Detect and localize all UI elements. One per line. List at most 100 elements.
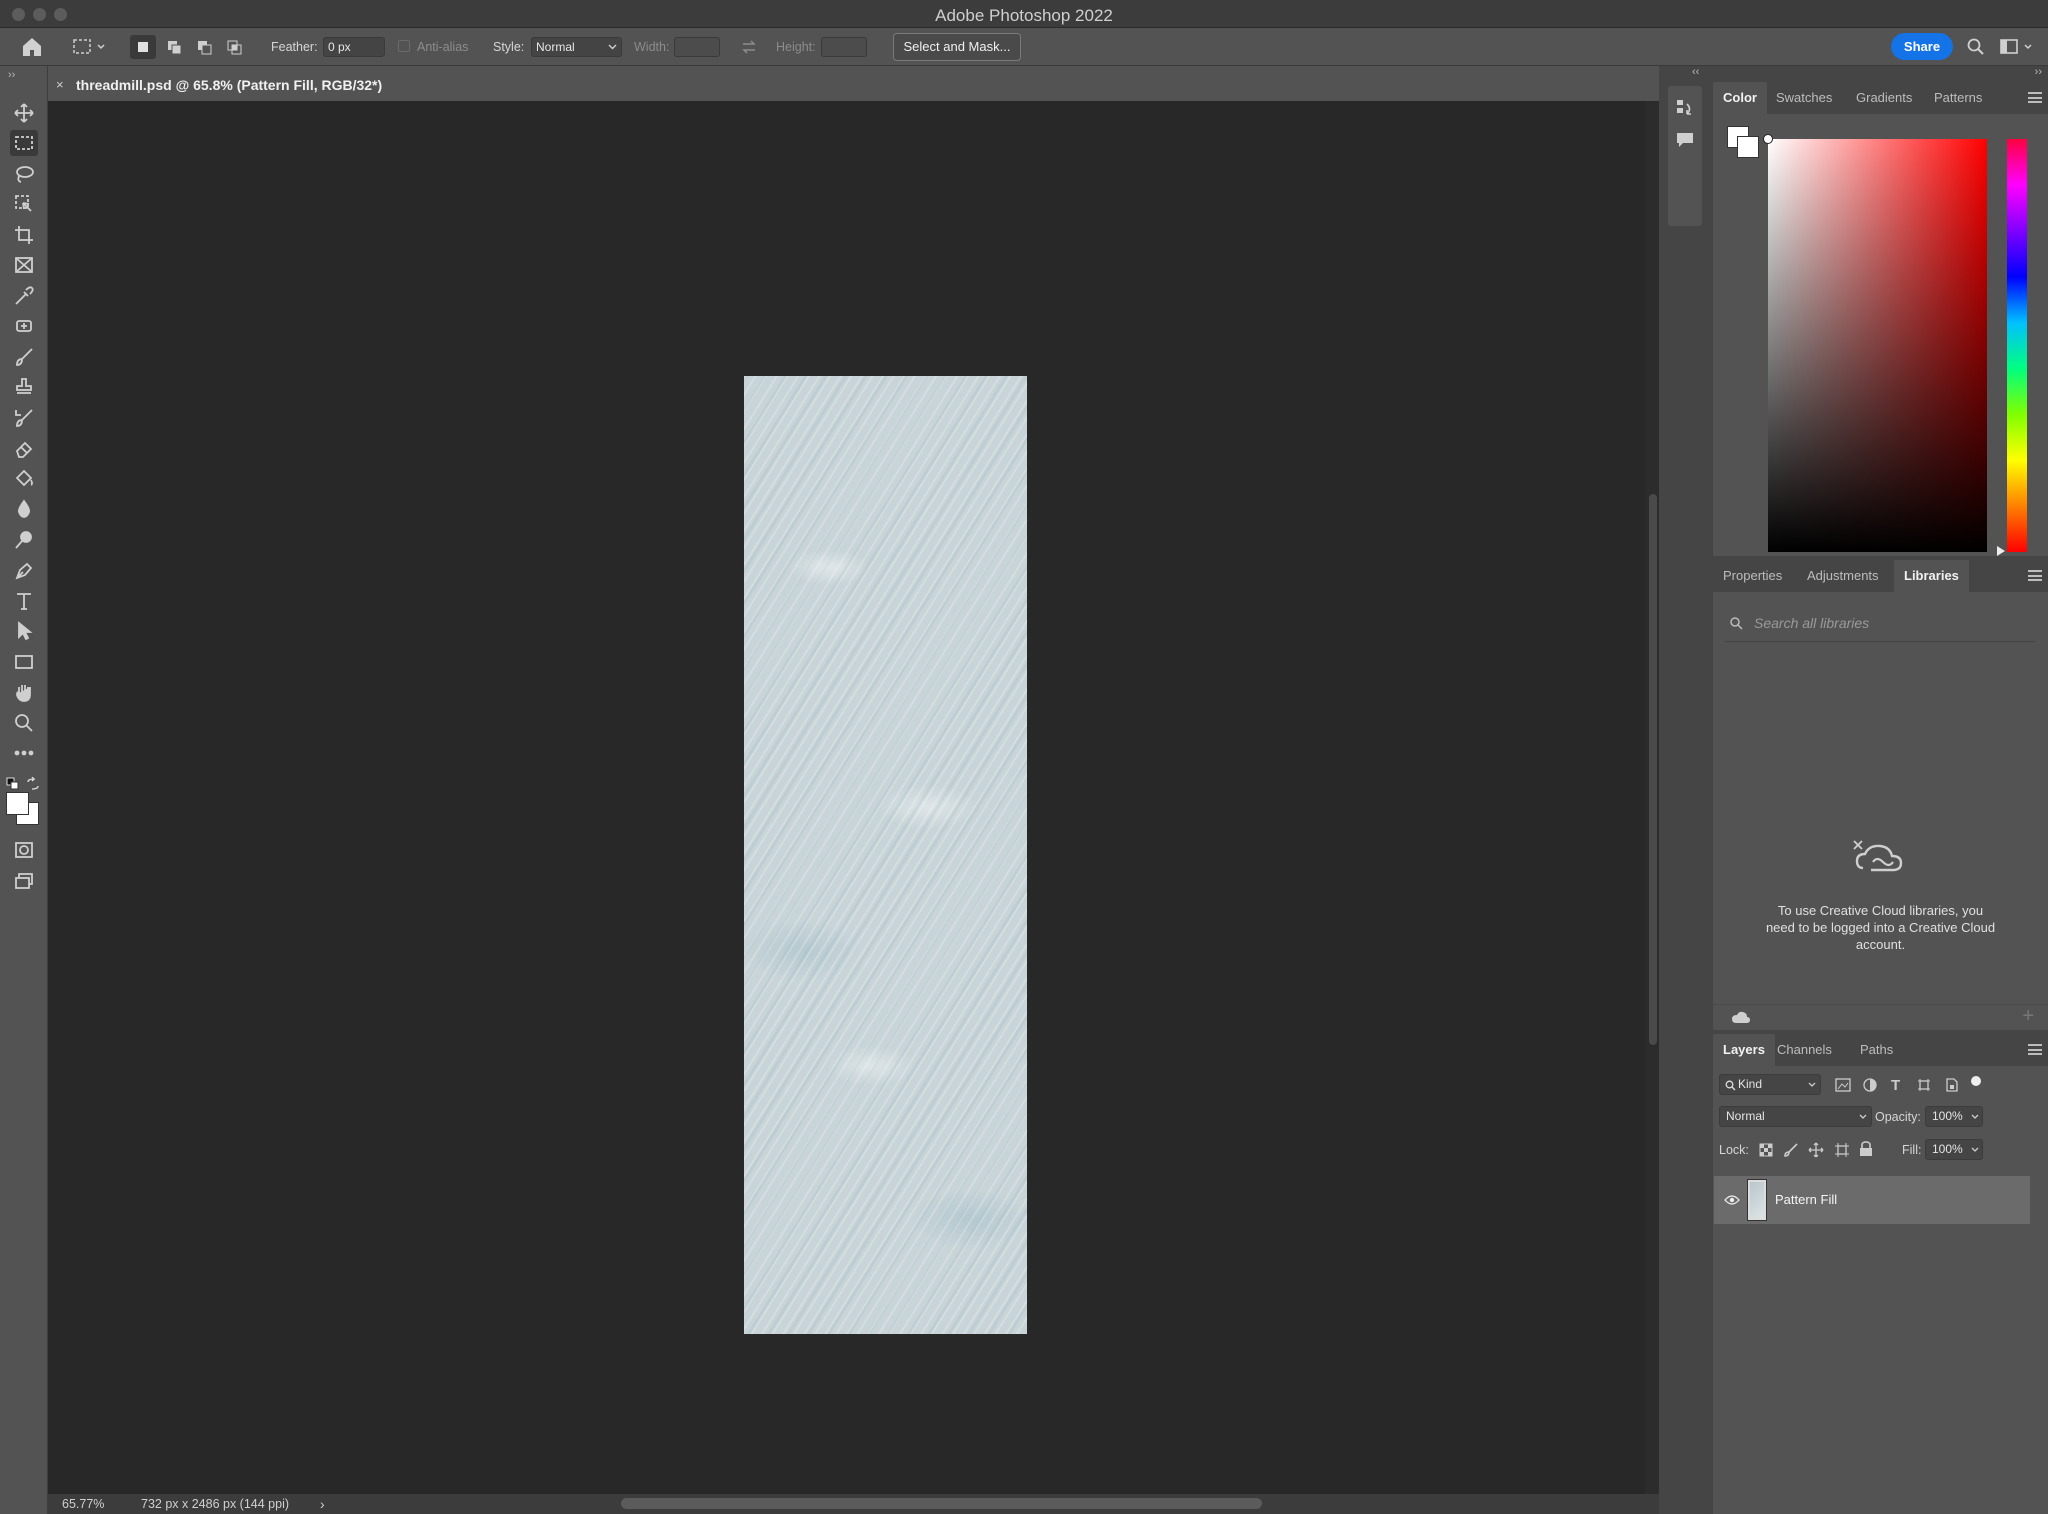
hand-tool-icon[interactable] xyxy=(10,679,38,705)
comments-panel-icon[interactable] xyxy=(1675,130,1695,150)
history-panel-icon[interactable] xyxy=(1675,98,1695,120)
lasso-tool-icon[interactable] xyxy=(10,161,38,187)
color-panel-menu-icon[interactable] xyxy=(2028,92,2042,103)
add-selection-button[interactable] xyxy=(162,35,188,59)
lock-transparent-icon[interactable] xyxy=(1759,1143,1773,1157)
horizontal-scroll-thumb[interactable] xyxy=(621,1498,1262,1509)
swap-colors-icon[interactable] xyxy=(26,777,40,791)
cloud-icon xyxy=(1732,1011,1750,1023)
add-library-icon[interactable]: + xyxy=(2022,1005,2034,1028)
collapse-panels-icon[interactable]: ‹‹ xyxy=(1692,66,1699,78)
opacity-input[interactable]: 100% xyxy=(1925,1106,1983,1127)
subtract-selection-button[interactable] xyxy=(192,35,218,59)
lock-pixels-icon[interactable] xyxy=(1783,1142,1799,1158)
new-selection-button[interactable] xyxy=(130,35,156,59)
marquee-preset-icon[interactable] xyxy=(72,38,106,56)
style-select[interactable]: Normal xyxy=(531,37,622,57)
home-icon[interactable] xyxy=(20,35,44,59)
hue-slider[interactable] xyxy=(2007,139,2027,552)
bucket-tool-icon[interactable] xyxy=(10,466,38,492)
quick-mask-icon[interactable] xyxy=(10,837,38,863)
filter-adjustment-icon[interactable] xyxy=(1863,1078,1877,1092)
search-icon[interactable] xyxy=(1966,37,1986,57)
lock-artboard-icon[interactable] xyxy=(1834,1142,1850,1158)
lock-position-icon[interactable] xyxy=(1808,1142,1824,1158)
libraries-panel-menu-icon[interactable] xyxy=(2028,570,2042,581)
swap-dimensions-icon[interactable] xyxy=(740,38,758,56)
fill-label: Fill: xyxy=(1902,1143,1922,1157)
eyedropper-tool-icon[interactable] xyxy=(10,283,38,309)
antialias-checkbox[interactable] xyxy=(398,40,410,52)
eye-icon[interactable] xyxy=(1724,1194,1740,1206)
eraser-tool-icon[interactable] xyxy=(10,435,38,461)
default-colors-icon[interactable] xyxy=(6,777,20,791)
document-info: 732 px x 2486 px (144 ppi) xyxy=(141,1497,290,1511)
layer-filter-select[interactable]: Kind xyxy=(1719,1074,1821,1095)
fill-input[interactable]: 100% xyxy=(1925,1139,1983,1160)
layer-name[interactable]: Pattern Fill xyxy=(1775,1192,1837,1207)
screen-mode-icon[interactable] xyxy=(10,868,38,894)
filter-type-icon[interactable]: T xyxy=(1891,1077,1900,1094)
filter-smart-object-icon[interactable] xyxy=(1945,1078,1959,1092)
move-tool-icon[interactable] xyxy=(10,100,38,126)
share-button[interactable]: Share xyxy=(1891,33,1953,60)
tab-adjustments[interactable]: Adjustments xyxy=(1797,560,1889,592)
filter-pixel-icon[interactable] xyxy=(1835,1078,1851,1092)
vertical-scroll-thumb[interactable] xyxy=(1649,494,1657,1045)
pen-tool-icon[interactable] xyxy=(10,557,38,583)
layer-filter-value: Kind xyxy=(1738,1077,1763,1091)
filter-shape-icon[interactable] xyxy=(1917,1078,1931,1092)
feather-input[interactable]: 0 px xyxy=(323,37,385,57)
history-brush-tool-icon[interactable] xyxy=(10,405,38,431)
panel-icon-column xyxy=(1668,86,1702,226)
type-tool-icon[interactable] xyxy=(10,588,38,614)
document-tab[interactable]: × threadmill.psd @ 65.8% (Pattern Fill, … xyxy=(50,69,394,101)
object-select-tool-icon[interactable] xyxy=(10,191,38,217)
document-canvas[interactable] xyxy=(744,376,1027,1334)
tab-properties[interactable]: Properties xyxy=(1713,560,1792,592)
lock-icon[interactable] xyxy=(1859,1141,1873,1157)
select-and-mask-button[interactable]: Select and Mask... xyxy=(893,33,1021,61)
intersect-selection-button[interactable] xyxy=(222,35,248,59)
blend-mode-value: Normal xyxy=(1726,1109,1765,1123)
blend-mode-select[interactable]: Normal xyxy=(1719,1106,1872,1127)
blur-tool-icon[interactable] xyxy=(10,496,38,522)
tab-gradients[interactable]: Gradients xyxy=(1846,82,1922,114)
path-select-tool-icon[interactable] xyxy=(10,618,38,644)
layer-row[interactable]: Pattern Fill xyxy=(1714,1176,2030,1224)
library-search-field[interactable]: Search all libraries xyxy=(1725,606,2035,642)
tab-paths[interactable]: Paths xyxy=(1850,1034,1903,1066)
rectangle-tool-icon[interactable] xyxy=(10,649,38,675)
layers-panel-menu-icon[interactable] xyxy=(2028,1044,2042,1055)
stamp-tool-icon[interactable] xyxy=(10,374,38,400)
color-picker-field[interactable] xyxy=(1768,139,1987,552)
more-tools-icon[interactable] xyxy=(10,740,38,766)
frame-tool-icon[interactable] xyxy=(10,252,38,278)
brush-tool-icon[interactable] xyxy=(10,344,38,370)
crop-tool-icon[interactable] xyxy=(10,222,38,248)
tab-libraries[interactable]: Libraries xyxy=(1894,560,1969,592)
collapse-toolbar-icon[interactable]: ›› xyxy=(8,69,15,81)
workspace-icon[interactable] xyxy=(1999,37,2035,57)
expand-panels-icon[interactable]: ›› xyxy=(2035,66,2042,78)
color-picker-handle[interactable] xyxy=(1763,134,1773,144)
tab-layers[interactable]: Layers xyxy=(1713,1034,1775,1066)
status-menu-arrow[interactable]: › xyxy=(320,1496,325,1512)
tab-channels[interactable]: Channels xyxy=(1767,1034,1842,1066)
marquee-tool-icon[interactable] xyxy=(10,130,38,156)
dodge-tool-icon[interactable] xyxy=(10,527,38,553)
width-label: Width: xyxy=(634,40,670,54)
hue-slider-handle[interactable] xyxy=(1997,546,2005,556)
foreground-color-swatch[interactable] xyxy=(6,792,29,815)
zoom-level[interactable]: 65.77% xyxy=(62,1497,104,1511)
tab-patterns[interactable]: Patterns xyxy=(1924,82,1992,114)
filter-toggle-icon[interactable] xyxy=(1971,1076,1981,1086)
tab-swatches[interactable]: Swatches xyxy=(1766,82,1842,114)
width-input[interactable] xyxy=(674,37,720,57)
tab-color[interactable]: Color xyxy=(1713,82,1767,114)
zoom-tool-icon[interactable] xyxy=(10,710,38,736)
height-input[interactable] xyxy=(821,37,867,57)
panel-background-swatch[interactable] xyxy=(1737,136,1759,158)
close-document-icon[interactable]: × xyxy=(56,77,64,92)
healing-brush-tool-icon[interactable] xyxy=(10,313,38,339)
